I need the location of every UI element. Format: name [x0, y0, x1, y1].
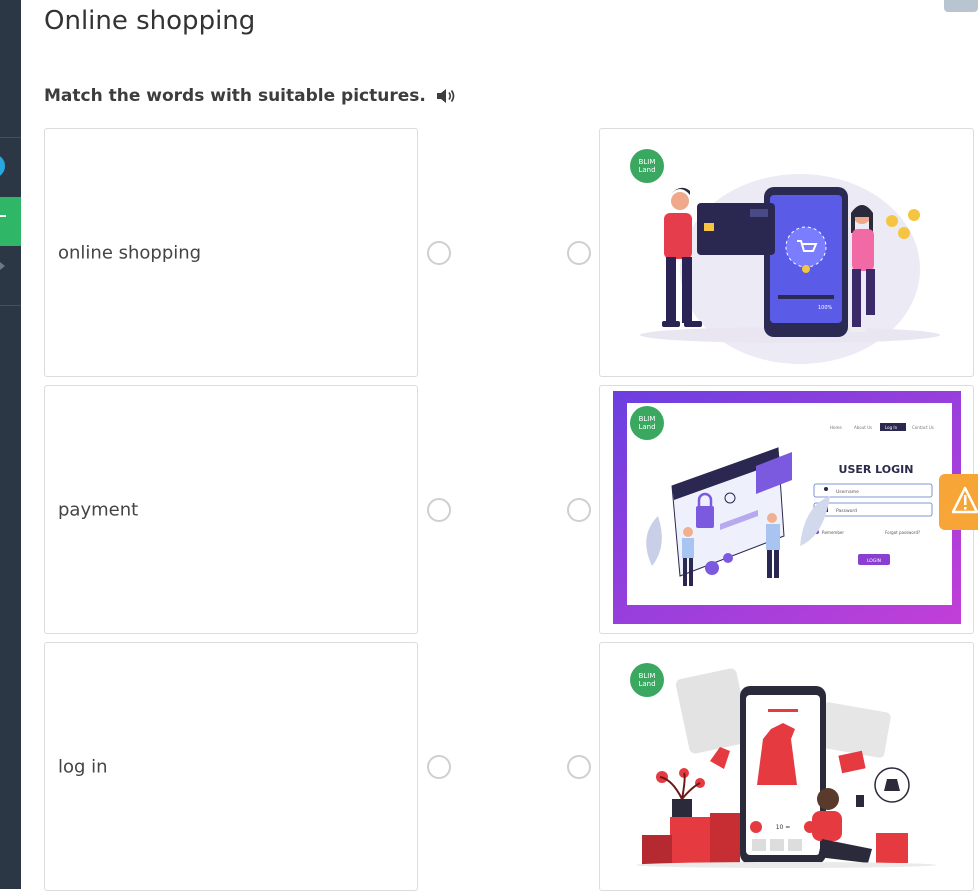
nav-contact: Contact Us: [912, 425, 934, 430]
username-placeholder: Username: [836, 489, 859, 495]
password-placeholder: Password: [836, 508, 857, 514]
top-right-button[interactable]: [944, 0, 978, 12]
nav-login: Log In: [885, 425, 898, 430]
forgot-text: Forgot password?: [885, 530, 920, 535]
picture-radio-1[interactable]: [567, 241, 591, 265]
login-button-text: LOGIN: [867, 558, 881, 564]
word-card-online-shopping[interactable]: online shopping: [44, 128, 418, 377]
picture-radio-2[interactable]: [567, 498, 591, 522]
word-card-log-in[interactable]: log in: [44, 642, 418, 891]
word-radio-2[interactable]: [427, 498, 451, 522]
brand-text-bottom: Land: [638, 166, 655, 174]
picture-card-3[interactable]: 10 = BLIM Land: [599, 642, 974, 891]
sidebar-arrow-icon[interactable]: [0, 262, 5, 270]
user-login-image: Home About Us Log In Contact Us USER LOG…: [613, 391, 961, 624]
speaker-icon[interactable]: [436, 88, 456, 104]
picture-radio-3[interactable]: [567, 755, 591, 779]
price-text: 10 =: [776, 824, 791, 831]
picture-card-1[interactable]: 100% BLIM Land: [599, 128, 974, 377]
nav-about: About Us: [854, 425, 872, 430]
page-title: Online shopping: [44, 6, 256, 36]
login-title: USER LOGIN: [839, 463, 914, 476]
instruction-text: Match the words with suitable pictures.: [44, 86, 426, 106]
brand-text-top: BLIM: [639, 158, 656, 166]
word-label: payment: [58, 499, 139, 520]
nav-home: Home: [830, 425, 842, 430]
word-label: log in: [58, 756, 108, 777]
word-radio-1[interactable]: [427, 241, 451, 265]
left-sidebar: [0, 0, 21, 889]
mobile-payment-image: 100% BLIM Land: [630, 149, 940, 364]
brand-text-bottom: Land: [638, 680, 655, 688]
fashion-shopping-image: 10 = BLIM Land: [630, 663, 936, 868]
picture-card-2[interactable]: Home About Us Log In Contact Us USER LOG…: [599, 385, 974, 634]
brand-text-top: BLIM: [639, 672, 656, 680]
sidebar-divider: [0, 305, 21, 306]
sidebar-divider: [0, 137, 21, 138]
word-label: online shopping: [58, 242, 202, 263]
instruction-row: Match the words with suitable pictures.: [44, 86, 456, 106]
report-warning-tab[interactable]: [939, 474, 978, 530]
word-card-payment[interactable]: payment: [44, 385, 418, 634]
phone-percent-text: 100%: [818, 305, 833, 311]
sidebar-add-tab[interactable]: [0, 197, 21, 246]
word-radio-3[interactable]: [427, 755, 451, 779]
warning-icon: [951, 486, 978, 514]
brand-text-bottom: Land: [638, 423, 655, 431]
sidebar-blue-indicator[interactable]: [0, 154, 5, 178]
brand-text-top: BLIM: [639, 415, 656, 423]
remember-text: Remember: [822, 530, 844, 535]
